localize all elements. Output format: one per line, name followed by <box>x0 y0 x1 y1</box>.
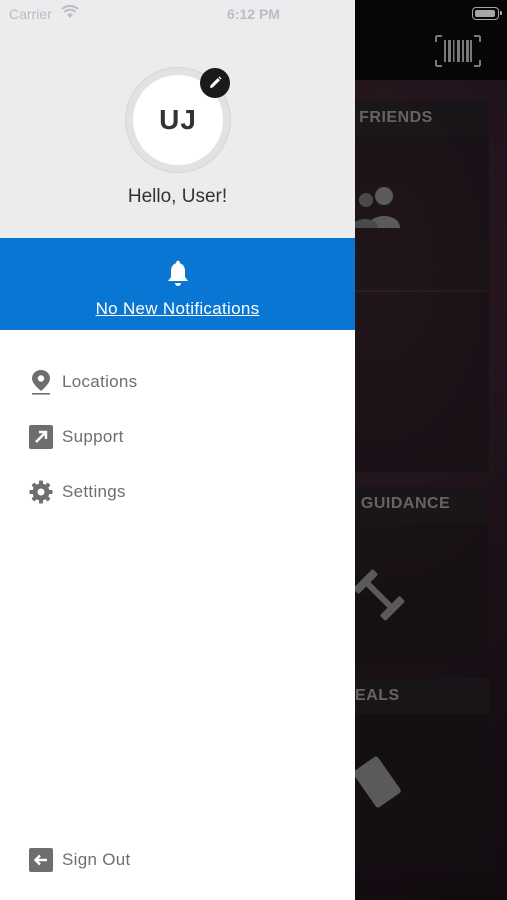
menu-item-settings[interactable]: Settings <box>28 478 328 506</box>
drawer-overlay[interactable] <box>355 0 507 900</box>
bell-icon <box>168 260 188 286</box>
menu-item-label: Support <box>62 427 124 446</box>
notifications-link[interactable]: No New Notifications <box>0 299 355 319</box>
external-link-icon <box>28 424 54 450</box>
avatar-initials: UJ <box>159 104 197 135</box>
location-pin-icon <box>28 369 54 395</box>
gear-icon <box>28 479 54 505</box>
greeting-text: Hello, User! <box>127 186 228 207</box>
status-time: 6:12 PM <box>227 6 280 22</box>
menu-item-label: Locations <box>62 372 138 391</box>
menu-item-label: Settings <box>62 482 126 501</box>
menu-item-support[interactable]: Support <box>28 423 328 451</box>
pencil-icon <box>210 76 222 88</box>
edit-profile-button[interactable] <box>200 68 230 98</box>
sign-out-button[interactable]: Sign Out <box>28 846 328 874</box>
sign-out-label: Sign Out <box>62 850 131 869</box>
navigation-drawer: Carrier UJ Hello, User! No New Notificat… <box>0 0 355 900</box>
menu-item-locations[interactable]: Locations <box>28 368 328 396</box>
sign-out-icon <box>28 847 54 873</box>
